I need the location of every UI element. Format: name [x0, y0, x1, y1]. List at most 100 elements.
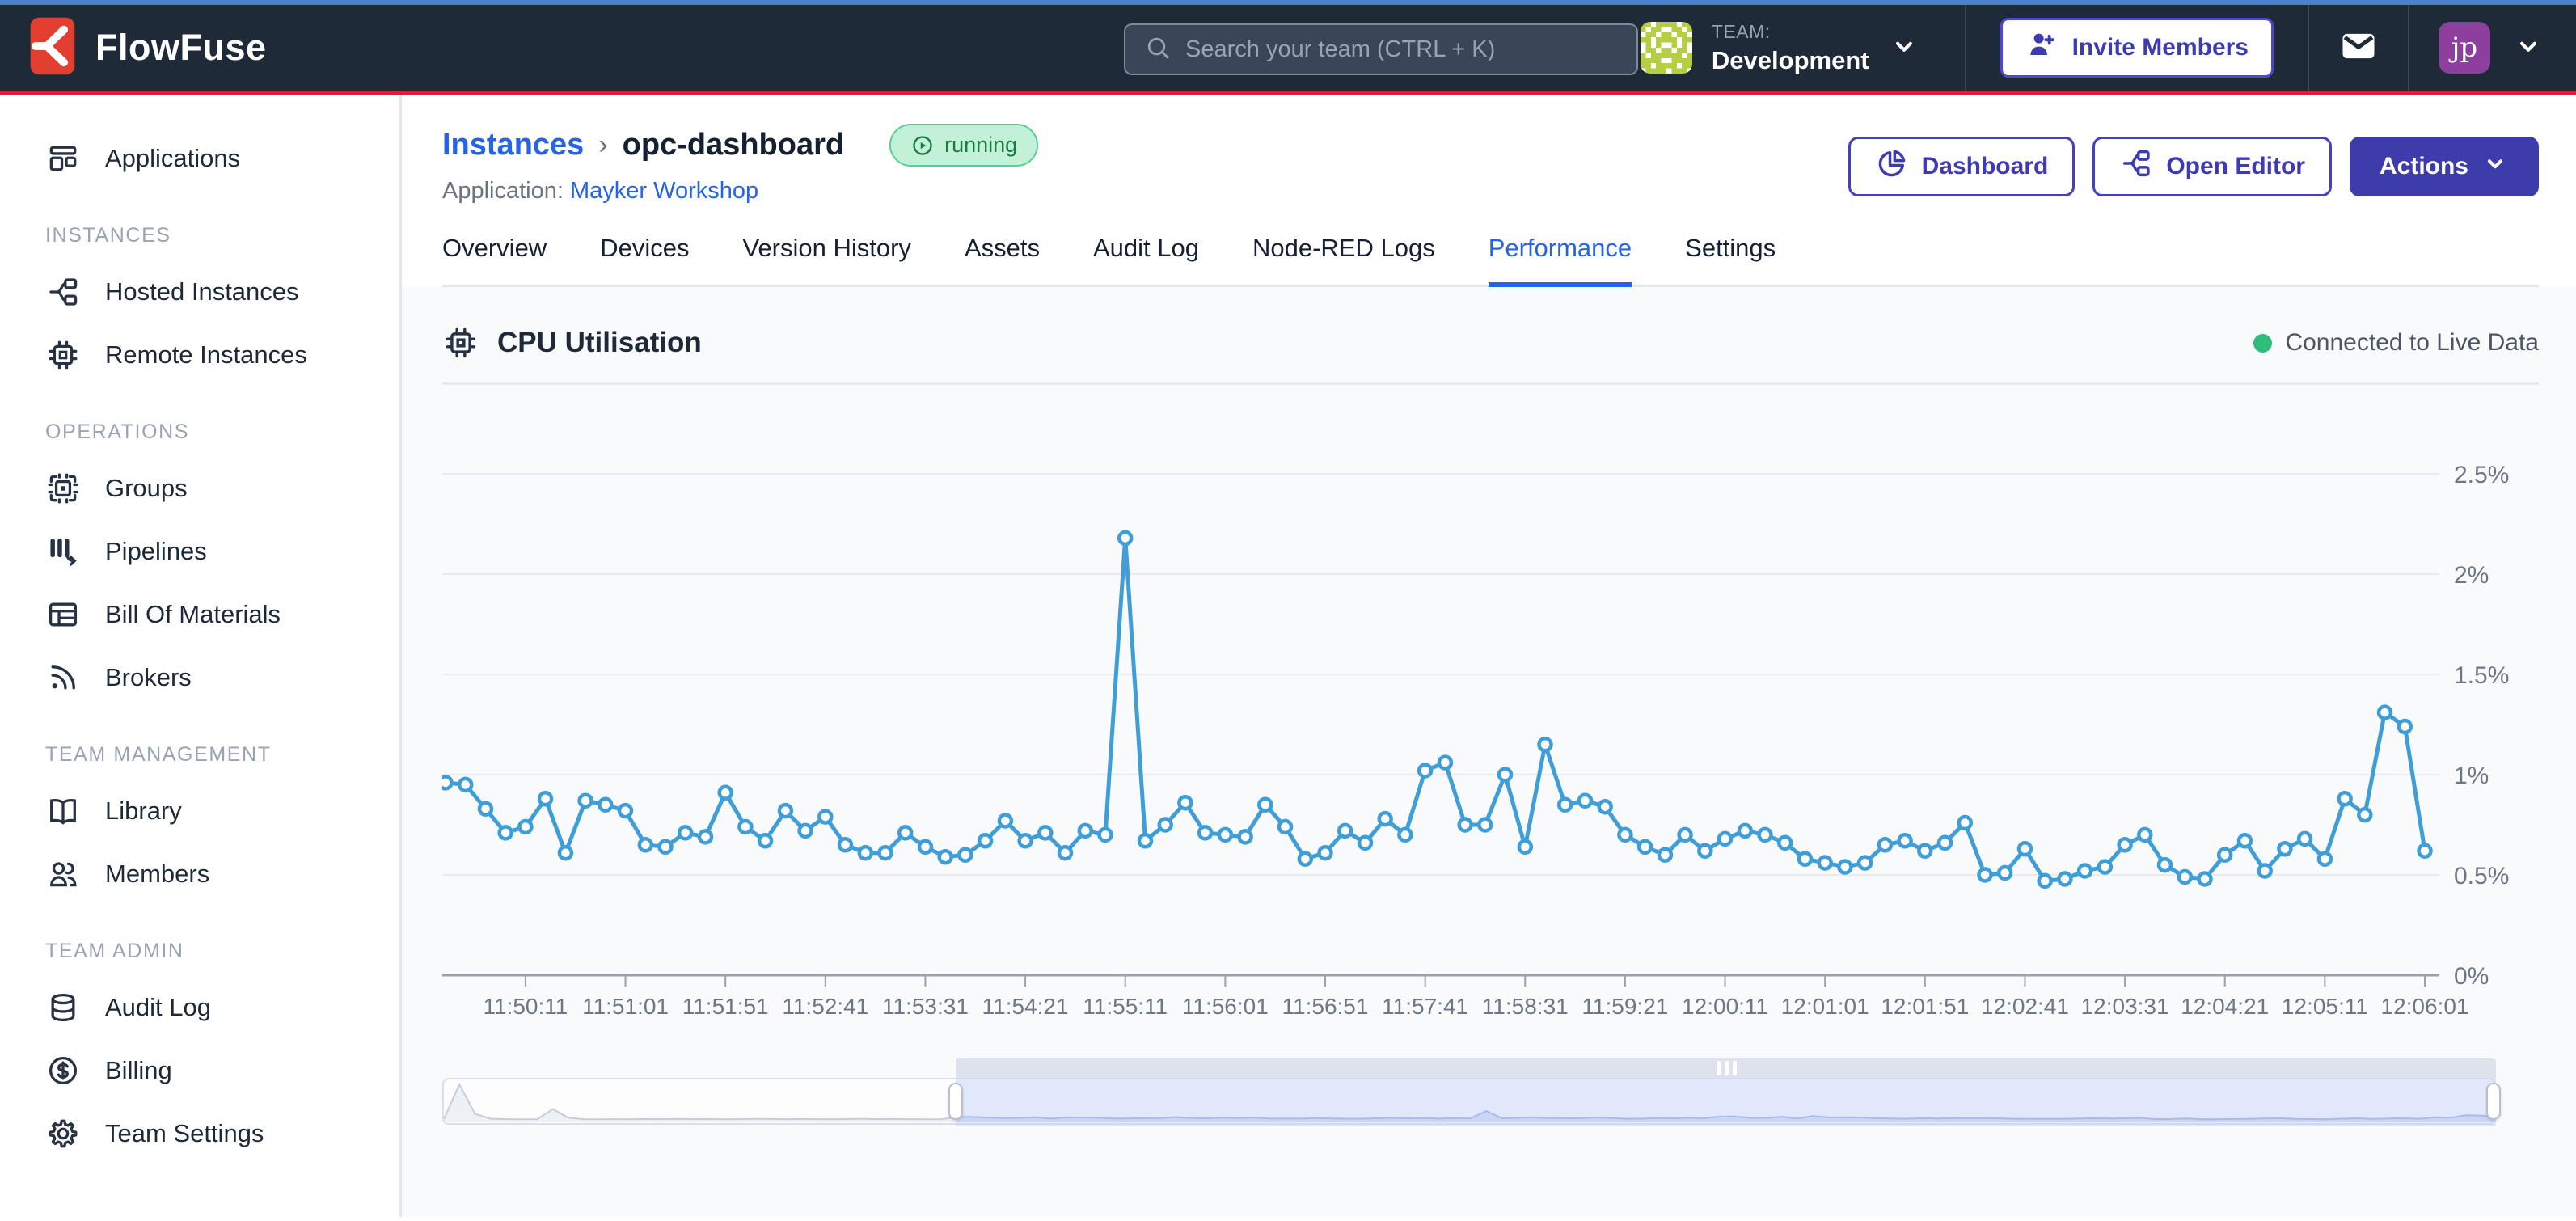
- data-point[interactable]: [599, 799, 611, 811]
- data-point[interactable]: [1779, 837, 1791, 849]
- sidebar-item-remote-instances[interactable]: Remote Instances: [0, 323, 399, 387]
- data-point[interactable]: [1599, 801, 1611, 813]
- data-point[interactable]: [619, 805, 631, 817]
- sidebar-item-applications[interactable]: Applications: [0, 127, 399, 190]
- data-point[interactable]: [2019, 843, 2031, 855]
- data-point[interactable]: [1439, 757, 1451, 769]
- sidebar-item-team-settings[interactable]: Team Settings: [0, 1102, 399, 1165]
- data-point[interactable]: [779, 805, 792, 817]
- data-point[interactable]: [1100, 829, 1112, 841]
- data-point[interactable]: [660, 841, 672, 853]
- data-point[interactable]: [1119, 532, 1131, 544]
- data-point[interactable]: [1499, 769, 1511, 781]
- data-point[interactable]: [1079, 825, 1092, 837]
- actions-button[interactable]: Actions: [2350, 137, 2539, 196]
- data-point[interactable]: [819, 811, 831, 823]
- data-point[interactable]: [1879, 839, 1891, 851]
- data-point[interactable]: [1959, 817, 1971, 829]
- sidebar-item-billing[interactable]: Billing: [0, 1039, 399, 1102]
- data-point[interactable]: [999, 815, 1011, 827]
- data-point[interactable]: [1679, 829, 1691, 841]
- data-point[interactable]: [580, 795, 592, 807]
- data-point[interactable]: [720, 787, 732, 799]
- data-point[interactable]: [940, 851, 952, 863]
- data-point[interactable]: [1399, 829, 1411, 841]
- brush-handle-right[interactable]: [2486, 1083, 2501, 1120]
- data-point[interactable]: [1059, 847, 1071, 859]
- data-point[interactable]: [759, 834, 771, 847]
- data-point[interactable]: [640, 839, 652, 851]
- data-point[interactable]: [2059, 873, 2071, 885]
- data-point[interactable]: [1999, 867, 2011, 879]
- tab-version-history[interactable]: Version History: [742, 234, 910, 287]
- data-point[interactable]: [839, 839, 851, 851]
- data-point[interactable]: [1179, 796, 1191, 809]
- data-point[interactable]: [979, 834, 991, 847]
- data-point[interactable]: [679, 826, 691, 839]
- data-point[interactable]: [442, 776, 452, 788]
- data-point[interactable]: [2379, 707, 2391, 719]
- data-point[interactable]: [919, 841, 931, 853]
- data-point[interactable]: [459, 779, 471, 791]
- notifications-button[interactable]: [2309, 5, 2408, 91]
- data-point[interactable]: [739, 821, 751, 833]
- data-point[interactable]: [2278, 843, 2291, 855]
- chart-range-brush[interactable]: [442, 1058, 2496, 1126]
- data-point[interactable]: [1899, 834, 1911, 847]
- tab-devices[interactable]: Devices: [600, 234, 689, 287]
- data-point[interactable]: [1039, 826, 1051, 839]
- user-menu[interactable]: jp: [2409, 5, 2576, 91]
- data-point[interactable]: [1759, 829, 1772, 841]
- data-point[interactable]: [1279, 821, 1291, 833]
- team-search[interactable]: [1124, 23, 1638, 75]
- data-point[interactable]: [1819, 857, 1831, 869]
- data-point[interactable]: [800, 825, 812, 837]
- brand[interactable]: FlowFuse: [29, 16, 267, 80]
- data-point[interactable]: [1479, 819, 1491, 831]
- data-point[interactable]: [1559, 799, 1571, 811]
- data-point[interactable]: [2079, 865, 2091, 877]
- tab-node-red-logs[interactable]: Node-RED Logs: [1252, 234, 1435, 287]
- data-point[interactable]: [2119, 839, 2131, 851]
- data-point[interactable]: [1739, 825, 1751, 837]
- data-point[interactable]: [1459, 819, 1472, 831]
- data-point[interactable]: [2339, 792, 2351, 805]
- open-editor-button[interactable]: Open Editor: [2092, 137, 2332, 196]
- data-point[interactable]: [1859, 857, 1871, 869]
- tab-overview[interactable]: Overview: [442, 234, 547, 287]
- data-point[interactable]: [1719, 833, 1731, 845]
- data-point[interactable]: [1639, 841, 1651, 853]
- data-point[interactable]: [1619, 829, 1631, 841]
- sidebar-item-bill-of-materials[interactable]: Bill Of Materials: [0, 583, 399, 646]
- data-point[interactable]: [1359, 837, 1371, 849]
- sidebar-item-pipelines[interactable]: Pipelines: [0, 520, 399, 583]
- data-point[interactable]: [1699, 845, 1711, 857]
- data-point[interactable]: [1259, 799, 1271, 811]
- tab-assets[interactable]: Assets: [965, 234, 1040, 287]
- breadcrumb-instances-link[interactable]: Instances: [442, 128, 584, 163]
- data-point[interactable]: [1979, 869, 1991, 881]
- data-point[interactable]: [859, 847, 872, 859]
- data-point[interactable]: [500, 826, 512, 839]
- data-point[interactable]: [1539, 738, 1552, 750]
- data-point[interactable]: [1419, 765, 1431, 777]
- data-point[interactable]: [1320, 847, 1332, 859]
- data-point[interactable]: [2419, 845, 2431, 857]
- data-point[interactable]: [2159, 859, 2171, 871]
- data-point[interactable]: [560, 847, 572, 859]
- data-point[interactable]: [2219, 849, 2231, 861]
- tab-performance[interactable]: Performance: [1489, 234, 1632, 287]
- data-point[interactable]: [1659, 849, 1671, 861]
- sidebar-item-brokers[interactable]: Brokers: [0, 646, 399, 709]
- data-point[interactable]: [1579, 795, 1591, 807]
- brush-handle-left[interactable]: [948, 1083, 963, 1120]
- data-point[interactable]: [1939, 837, 1951, 849]
- invite-members-button[interactable]: Invite Members: [2000, 18, 2274, 78]
- data-point[interactable]: [1339, 825, 1351, 837]
- data-point[interactable]: [2359, 809, 2371, 821]
- data-point[interactable]: [1839, 861, 1851, 873]
- data-point[interactable]: [2179, 871, 2191, 883]
- data-point[interactable]: [699, 830, 712, 843]
- sidebar-item-audit-log[interactable]: Audit Log: [0, 976, 399, 1039]
- data-point[interactable]: [899, 826, 911, 839]
